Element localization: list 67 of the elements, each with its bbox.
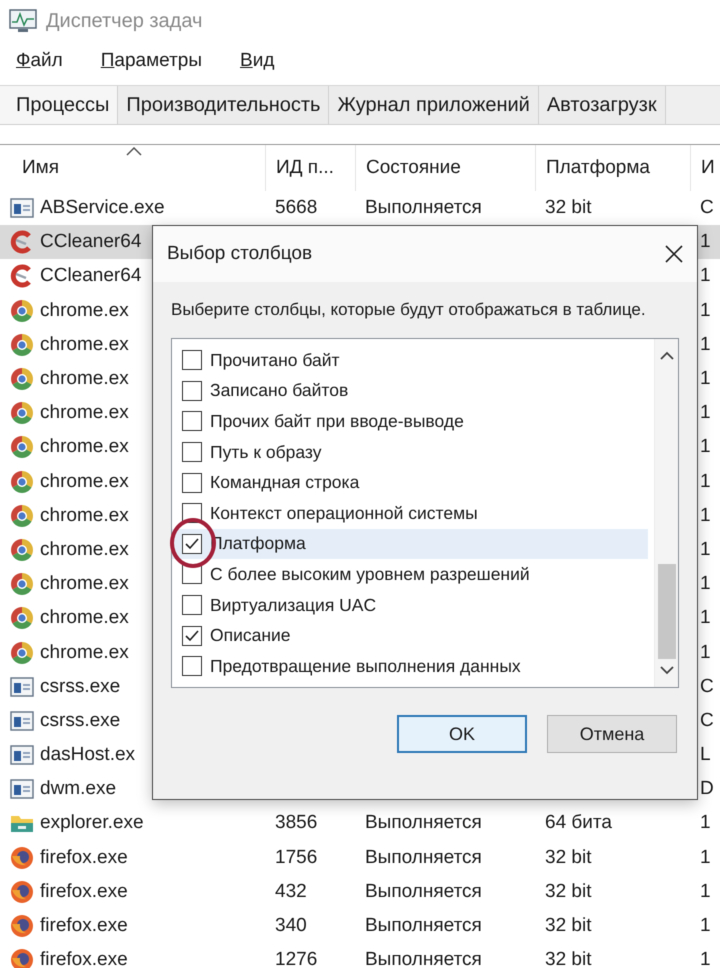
platform-cell: 32 bit — [545, 880, 592, 903]
table-cell: 1 — [700, 812, 711, 834]
table-cell: 1 — [700, 368, 711, 390]
table-cell: 1 — [700, 573, 711, 596]
process-name: dwm.exe — [40, 778, 116, 800]
pid-cell: 432 — [275, 880, 307, 903]
table-cell: 1 — [700, 538, 711, 561]
process-name: chrome.ex — [40, 368, 129, 390]
table-cell: 1 — [700, 846, 711, 869]
process-name: csrss.exe — [40, 676, 120, 698]
process-name: chrome.ex — [40, 334, 129, 356]
process-name: chrome.ex — [40, 573, 129, 596]
table-cell: 1 — [700, 642, 711, 664]
process-name: chrome.ex — [40, 607, 129, 630]
process-name: chrome.ex — [40, 402, 129, 424]
table-cell: 1 — [700, 265, 711, 288]
status-cell: Выполняется — [365, 197, 482, 220]
process-name: explorer.exe — [40, 812, 144, 834]
table-cell: 1 — [700, 504, 711, 527]
window-title: Диспетчер задач — [46, 10, 202, 32]
table-cell: 1 — [700, 231, 711, 254]
process-name: chrome.ex — [40, 470, 129, 493]
platform-cell: 32 bit — [545, 846, 592, 869]
pid-cell: 5668 — [275, 197, 318, 220]
status-cell: Выполняется — [365, 846, 482, 869]
table-cell: D — [700, 778, 714, 800]
process-name: chrome.ex — [40, 538, 129, 561]
process-name: firefox.exe — [40, 915, 128, 938]
table-cell: 1 — [700, 334, 711, 356]
table-cell: C — [700, 710, 714, 732]
table-cell: 1 — [700, 915, 711, 938]
table-cell: 1 — [700, 300, 711, 322]
dialog-description: Выберите столбцы, которые будут отображаться в таблице. — [170, 299, 647, 321]
table-cell: 1 — [700, 470, 711, 493]
table-cell: C — [700, 676, 714, 698]
platform-cell: 32 bit — [545, 949, 592, 968]
status-cell: Выполняется — [365, 949, 482, 968]
table-cell: L — [700, 744, 711, 766]
process-name: chrome.ex — [40, 300, 129, 322]
table-cell: 1 — [700, 402, 711, 424]
process-name: firefox.exe — [40, 949, 128, 968]
table-cell: 1 — [700, 607, 711, 630]
pid-cell: 1756 — [275, 846, 318, 869]
platform-cell: 32 bit — [545, 915, 592, 938]
platform-cell: 32 bit — [545, 197, 592, 220]
platform-cell: 64 бита — [545, 812, 612, 834]
status-cell: Выполняется — [365, 812, 482, 834]
pid-cell: 340 — [275, 915, 307, 938]
process-name: chrome.ex — [40, 504, 129, 527]
pid-cell: 3856 — [275, 812, 318, 834]
dialog-title: Выбор столбцов — [167, 243, 312, 265]
status-cell: Выполняется — [365, 880, 482, 903]
table-cell: 1 — [700, 436, 711, 458]
process-name: ABService.exe — [40, 197, 165, 220]
process-name: chrome.ex — [40, 436, 129, 458]
process-name: CCleaner64 — [40, 231, 142, 254]
process-name: dasHost.ex — [40, 744, 136, 766]
process-name: csrss.exe — [40, 710, 120, 732]
process-name: firefox.exe — [40, 880, 128, 903]
table-cell: C — [700, 197, 714, 220]
table-cell: 1 — [700, 949, 711, 968]
process-name: firefox.exe — [40, 846, 128, 869]
process-name: chrome.ex — [40, 642, 129, 664]
process-name: CCleaner64 — [40, 265, 142, 288]
pid-cell: 1276 — [275, 949, 318, 968]
status-cell: Выполняется — [365, 915, 482, 938]
table-cell: 1 — [700, 880, 711, 903]
